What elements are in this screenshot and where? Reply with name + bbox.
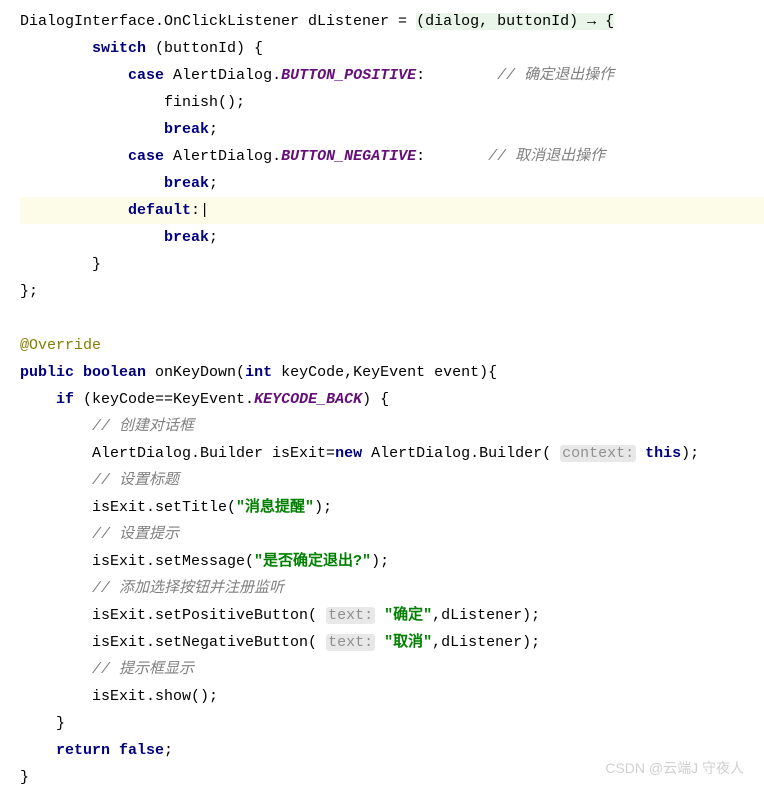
code-line: if (keyCode==KeyEvent.KEYCODE_BACK) { [20,386,764,413]
code-line: @Override [20,332,764,359]
code-line: } [20,710,764,737]
parameter-hint: context: [560,445,636,462]
code-line: break; [20,224,764,251]
code-editor[interactable]: DialogInterface.OnClickListener dListene… [20,8,764,791]
code-line: // 创建对话框 [20,413,764,440]
code-line: case AlertDialog.BUTTON_POSITIVE: // 确定退… [20,62,764,89]
code-line: break; [20,116,764,143]
code-line-active: default:| [20,197,764,224]
code-line: }; [20,278,764,305]
code-line: // 提示框显示 [20,656,764,683]
lambda-highlight: (dialog, buttonId) → { [416,13,614,30]
code-line: // 设置标题 [20,467,764,494]
code-line: isExit.setNegativeButton( text: "取消",dLi… [20,629,764,656]
code-line: switch (buttonId) { [20,35,764,62]
parameter-hint: text: [326,607,375,624]
code-line: isExit.setPositiveButton( text: "确定",dLi… [20,602,764,629]
code-line: finish(); [20,89,764,116]
code-line: DialogInterface.OnClickListener dListene… [20,8,764,35]
watermark: CSDN @云端J 守夜人 [605,756,744,781]
code-line: public boolean onKeyDown(int keyCode,Key… [20,359,764,386]
code-line: break; [20,170,764,197]
code-line: // 添加选择按钮并注册监听 [20,575,764,602]
code-line: AlertDialog.Builder isExit=new AlertDial… [20,440,764,467]
code-line: case AlertDialog.BUTTON_NEGATIVE: // 取消退… [20,143,764,170]
code-line: isExit.show(); [20,683,764,710]
code-line [20,305,764,332]
text-cursor: | [200,202,209,219]
code-line: } [20,251,764,278]
code-line: isExit.setTitle("消息提醒"); [20,494,764,521]
code-line: // 设置提示 [20,521,764,548]
parameter-hint: text: [326,634,375,651]
code-line: isExit.setMessage("是否确定退出?"); [20,548,764,575]
